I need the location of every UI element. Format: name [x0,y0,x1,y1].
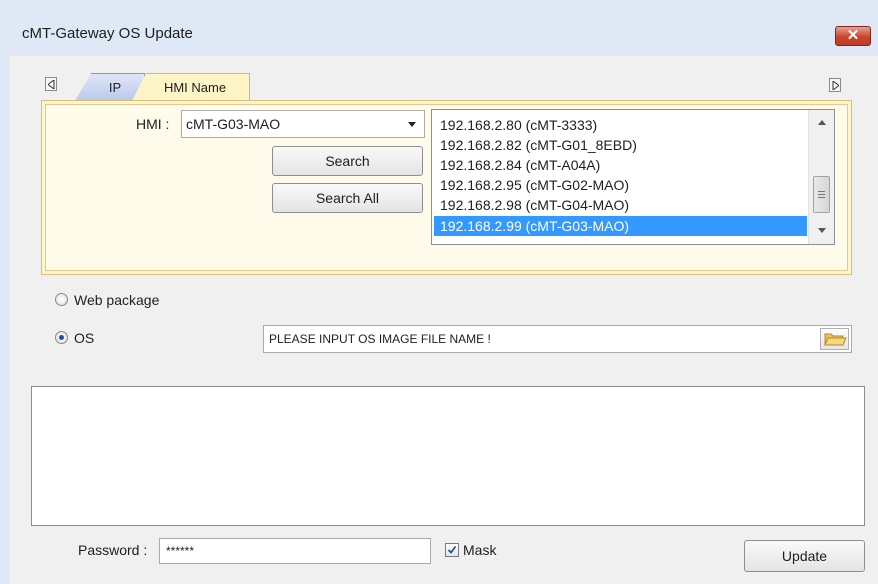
log-output[interactable] [31,386,865,526]
close-icon: ✕ [846,27,860,44]
tab-hmi-name[interactable]: HMI Name [132,73,250,101]
hmi-list-item[interactable]: 192.168.2.95 (cMT-G02-MAO) [436,175,807,195]
hmi-select[interactable]: cMT-G03-MAO [181,110,425,138]
os-label: OS [74,330,95,346]
tab-scroll-right-button[interactable] [829,78,841,92]
os-image-path-input[interactable]: PLEASE INPUT OS IMAGE FILE NAME ! [263,325,852,353]
update-button[interactable]: Update [744,540,865,572]
hmi-list-item-selected[interactable]: 192.168.2.99 (cMT-G03-MAO) [434,216,807,236]
password-input[interactable]: ****** [159,538,431,564]
triangle-right-icon [832,81,839,90]
web-package-radio[interactable] [55,293,68,306]
hmi-list[interactable]: 192.168.2.80 (cMT-3333) 192.168.2.82 (cM… [431,109,835,245]
window-title: cMT-Gateway OS Update [22,25,193,42]
tab-scroll-left-button[interactable] [45,77,57,91]
triangle-left-icon [48,80,55,89]
mask-label: Mask [463,542,497,558]
scroll-up-icon[interactable] [818,120,826,125]
mask-checkbox[interactable] [445,543,459,557]
os-update-window: cMT-Gateway OS Update ✕ IP HMI Name HMI … [0,0,878,584]
password-label: Password : [78,542,148,558]
title-bar: cMT-Gateway OS Update ✕ [0,0,878,56]
hmi-list-item[interactable]: 192.168.2.80 (cMT-3333) [436,115,807,135]
hmi-list-scrollbar[interactable] [808,110,834,244]
chevron-down-icon [408,122,416,127]
hmi-list-item[interactable]: 192.168.2.82 (cMT-G01_8EBD) [436,135,807,155]
search-button[interactable]: Search [272,146,423,176]
hmi-label: HMI : [136,116,170,132]
checkmark-icon [447,545,457,554]
hmi-select-value: cMT-G03-MAO [186,116,281,132]
folder-icon [824,333,847,346]
web-package-label: Web package [74,292,160,308]
hmi-list-item[interactable]: 192.168.2.98 (cMT-G04-MAO) [436,195,807,215]
scroll-down-icon[interactable] [818,228,826,233]
close-button[interactable]: ✕ [835,26,871,46]
hmi-list-item[interactable]: 192.168.2.84 (cMT-A04A) [436,155,807,175]
scroll-thumb[interactable] [813,176,830,213]
search-all-button[interactable]: Search All [272,183,423,213]
browse-button[interactable] [820,328,849,350]
os-radio[interactable] [55,331,68,344]
